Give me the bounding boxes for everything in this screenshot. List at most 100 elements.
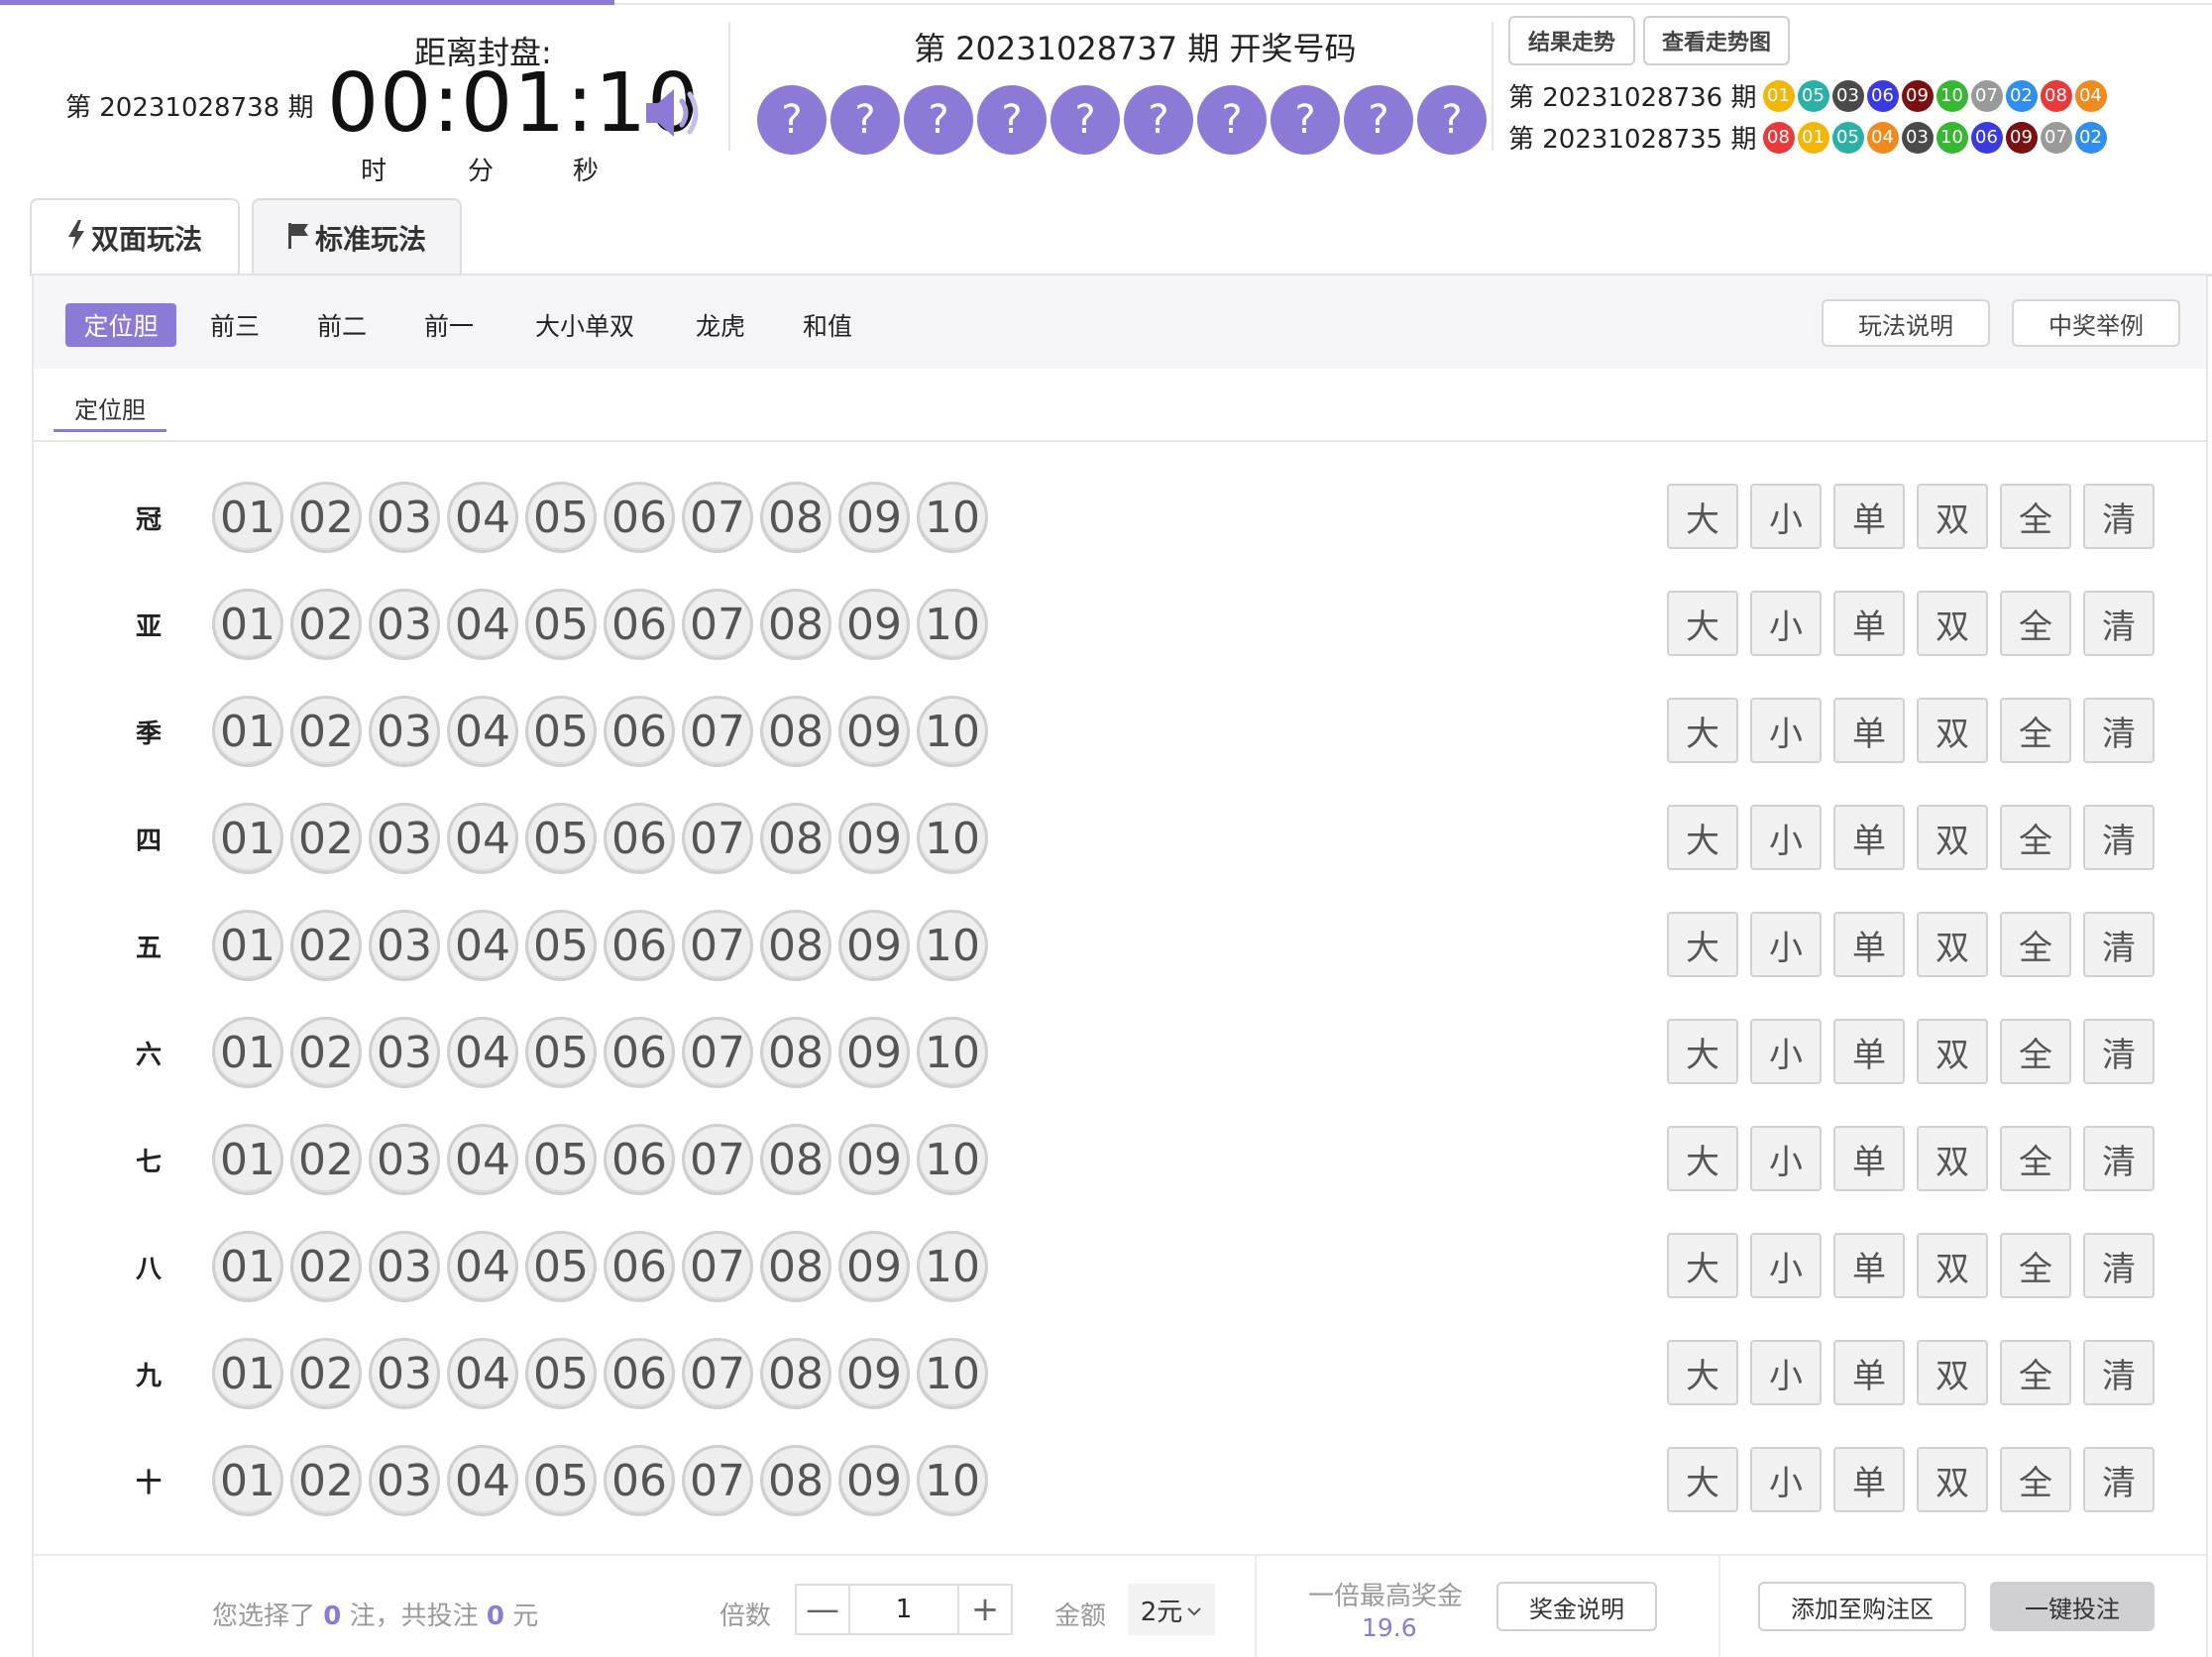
prize-info-button[interactable]: 奖金说明	[1496, 1582, 1657, 1631]
number-ball[interactable]: 08	[760, 1124, 831, 1195]
number-ball[interactable]: 05	[525, 910, 597, 981]
quick-select-button[interactable]: 大	[1667, 1019, 1738, 1084]
quick-select-button[interactable]: 大	[1667, 591, 1738, 656]
number-ball[interactable]: 08	[760, 696, 831, 767]
number-ball[interactable]: 06	[604, 696, 675, 767]
number-ball[interactable]: 09	[838, 1338, 910, 1409]
number-ball[interactable]: 01	[212, 1445, 283, 1516]
subnav-item-qianyi[interactable]: 前一	[412, 303, 486, 347]
plus-button[interactable]: +	[959, 1586, 1011, 1633]
number-ball[interactable]: 08	[760, 1231, 831, 1302]
quick-select-button[interactable]: 小	[1750, 1126, 1822, 1191]
number-ball[interactable]: 06	[604, 1445, 675, 1516]
quick-select-button[interactable]: 双	[1917, 1340, 1988, 1405]
number-ball[interactable]: 08	[760, 589, 831, 660]
number-ball[interactable]: 02	[290, 1445, 362, 1516]
number-ball[interactable]: 07	[682, 1338, 753, 1409]
number-ball[interactable]: 08	[760, 910, 831, 981]
quick-select-button[interactable]: 清	[2083, 698, 2155, 763]
quick-select-button[interactable]: 小	[1750, 484, 1822, 549]
number-ball[interactable]: 05	[525, 1124, 597, 1195]
number-ball[interactable]: 02	[290, 482, 362, 553]
number-ball[interactable]: 02	[290, 589, 362, 660]
quick-select-button[interactable]: 单	[1833, 1126, 1905, 1191]
number-ball[interactable]: 01	[212, 1231, 283, 1302]
number-ball[interactable]: 06	[604, 1124, 675, 1195]
number-ball[interactable]: 01	[212, 803, 283, 874]
number-ball[interactable]: 10	[917, 589, 988, 660]
number-ball[interactable]: 03	[369, 589, 440, 660]
number-ball[interactable]: 06	[604, 589, 675, 660]
quick-select-button[interactable]: 大	[1667, 1447, 1738, 1512]
number-ball[interactable]: 04	[447, 482, 518, 553]
number-ball[interactable]: 01	[212, 696, 283, 767]
quick-select-button[interactable]: 单	[1833, 1019, 1905, 1084]
quick-select-button[interactable]: 清	[2083, 591, 2155, 656]
number-ball[interactable]: 10	[917, 803, 988, 874]
subnav-item-qiansan[interactable]: 前三	[198, 303, 272, 347]
minus-button[interactable]: —	[797, 1586, 848, 1633]
number-ball[interactable]: 01	[212, 910, 283, 981]
number-ball[interactable]: 08	[760, 1017, 831, 1088]
quick-select-button[interactable]: 小	[1750, 912, 1822, 977]
quick-select-button[interactable]: 小	[1750, 1233, 1822, 1298]
quick-select-button[interactable]: 小	[1750, 1340, 1822, 1405]
number-ball[interactable]: 10	[917, 696, 988, 767]
subtab-dingweidan[interactable]: 定位胆	[54, 387, 166, 432]
number-ball[interactable]: 03	[369, 803, 440, 874]
quick-select-button[interactable]: 单	[1833, 1340, 1905, 1405]
example-button[interactable]: 中奖举例	[2012, 299, 2180, 347]
number-ball[interactable]: 09	[838, 1017, 910, 1088]
quick-select-button[interactable]: 双	[1917, 1447, 1988, 1512]
number-ball[interactable]: 10	[917, 1017, 988, 1088]
subnav-item-qianer[interactable]: 前二	[305, 303, 379, 347]
number-ball[interactable]: 05	[525, 1017, 597, 1088]
subnav-item-longhu[interactable]: 龙虎	[684, 303, 757, 347]
number-ball[interactable]: 04	[447, 1124, 518, 1195]
number-ball[interactable]: 07	[682, 1017, 753, 1088]
quick-select-button[interactable]: 单	[1833, 484, 1905, 549]
tab-shuangmian[interactable]: 双面玩法	[30, 198, 240, 276]
number-ball[interactable]: 03	[369, 1017, 440, 1088]
number-ball[interactable]: 10	[917, 1445, 988, 1516]
number-ball[interactable]: 03	[369, 482, 440, 553]
subnav-item-daxiaodanshuang[interactable]: 大小单双	[525, 303, 644, 347]
quick-select-button[interactable]: 全	[2000, 1447, 2071, 1512]
number-ball[interactable]: 04	[447, 1231, 518, 1302]
number-ball[interactable]: 01	[212, 1017, 283, 1088]
number-ball[interactable]: 02	[290, 803, 362, 874]
number-ball[interactable]: 06	[604, 803, 675, 874]
number-ball[interactable]: 01	[212, 589, 283, 660]
quick-select-button[interactable]: 大	[1667, 1340, 1738, 1405]
number-ball[interactable]: 09	[838, 803, 910, 874]
quick-select-button[interactable]: 大	[1667, 698, 1738, 763]
number-ball[interactable]: 09	[838, 589, 910, 660]
quick-bet-button[interactable]: 一键投注	[1990, 1582, 2155, 1631]
quick-select-button[interactable]: 清	[2083, 1126, 2155, 1191]
quick-select-button[interactable]: 单	[1833, 1233, 1905, 1298]
number-ball[interactable]: 10	[917, 1124, 988, 1195]
tab-biaozhun[interactable]: 标准玩法	[252, 198, 462, 276]
number-ball[interactable]: 04	[447, 1445, 518, 1516]
quick-select-button[interactable]: 全	[2000, 698, 2071, 763]
quick-select-button[interactable]: 单	[1833, 591, 1905, 656]
quick-select-button[interactable]: 清	[2083, 1340, 2155, 1405]
add-to-cart-button[interactable]: 添加至购注区	[1758, 1582, 1966, 1631]
quick-select-button[interactable]: 大	[1667, 805, 1738, 870]
quick-select-button[interactable]: 清	[2083, 1233, 2155, 1298]
speaker-icon[interactable]	[644, 85, 714, 141]
amount-select[interactable]: 2元	[1128, 1584, 1215, 1635]
number-ball[interactable]: 03	[369, 1124, 440, 1195]
number-ball[interactable]: 04	[447, 589, 518, 660]
number-ball[interactable]: 07	[682, 910, 753, 981]
quick-select-button[interactable]: 双	[1917, 484, 1988, 549]
number-ball[interactable]: 07	[682, 589, 753, 660]
number-ball[interactable]: 01	[212, 1338, 283, 1409]
quick-select-button[interactable]: 双	[1917, 1019, 1988, 1084]
number-ball[interactable]: 09	[838, 1231, 910, 1302]
number-ball[interactable]: 04	[447, 1338, 518, 1409]
quick-select-button[interactable]: 全	[2000, 484, 2071, 549]
quick-select-button[interactable]: 单	[1833, 805, 1905, 870]
number-ball[interactable]: 08	[760, 803, 831, 874]
quick-select-button[interactable]: 全	[2000, 912, 2071, 977]
